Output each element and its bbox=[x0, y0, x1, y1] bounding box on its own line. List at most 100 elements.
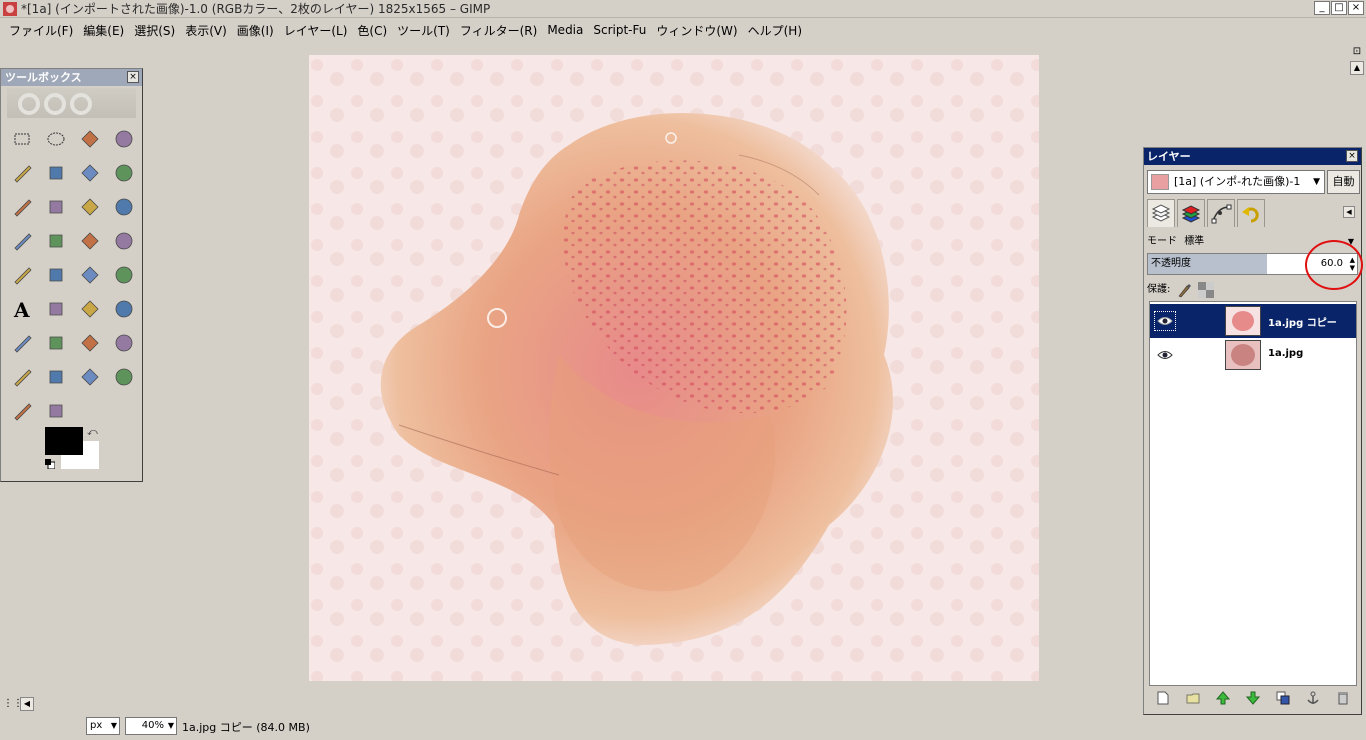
layer-thumbnail bbox=[1225, 340, 1261, 370]
image-thumbnail bbox=[1151, 174, 1169, 190]
lower-layer-button[interactable] bbox=[1245, 690, 1261, 706]
menu-script-fu[interactable]: Script-Fu bbox=[588, 23, 651, 37]
toolbox-title-bar[interactable]: ツールボックス × bbox=[1, 69, 142, 86]
airbrush-tool-button[interactable] bbox=[73, 326, 107, 360]
anchor-layer-button[interactable] bbox=[1305, 690, 1321, 706]
delete-layer-button[interactable] bbox=[1335, 690, 1351, 706]
visibility-toggle[interactable] bbox=[1154, 311, 1176, 331]
rect-select-tool-button[interactable] bbox=[5, 122, 39, 156]
layers-close-button[interactable]: × bbox=[1346, 150, 1358, 162]
paths-tool-button[interactable] bbox=[107, 156, 141, 190]
raise-layer-button[interactable] bbox=[1215, 690, 1231, 706]
flip-tool-button[interactable] bbox=[73, 258, 107, 292]
fuzzy-select-tool-button[interactable] bbox=[107, 122, 141, 156]
rotate-tool-button[interactable] bbox=[73, 224, 107, 258]
menu-media[interactable]: Media bbox=[542, 23, 588, 37]
image-canvas[interactable] bbox=[309, 55, 1039, 681]
ellipse-select-tool-button[interactable] bbox=[39, 122, 73, 156]
smudge-tool-button[interactable] bbox=[5, 394, 39, 428]
foreground-color-swatch[interactable] bbox=[45, 427, 83, 455]
minimize-button[interactable]: _ bbox=[1314, 1, 1330, 15]
tab-undo-history[interactable] bbox=[1237, 199, 1265, 227]
pencil-tool-button[interactable] bbox=[107, 292, 141, 326]
flip-icon bbox=[81, 266, 99, 284]
move-tool-button[interactable] bbox=[107, 190, 141, 224]
svg-text:A: A bbox=[13, 298, 30, 320]
perspective-tool-button[interactable] bbox=[39, 258, 73, 292]
color-picker-tool-button[interactable] bbox=[5, 190, 39, 224]
blend-tool-button[interactable] bbox=[73, 292, 107, 326]
tab-menu-button[interactable]: ◀ bbox=[1343, 206, 1355, 218]
new-layer-button[interactable] bbox=[1155, 690, 1171, 706]
wilber-drop-area[interactable] bbox=[7, 88, 136, 118]
blur-sharpen-tool-button[interactable] bbox=[107, 360, 141, 394]
crop-tool-button[interactable] bbox=[39, 224, 73, 258]
toolbox-close-button[interactable]: × bbox=[127, 71, 139, 83]
menubar: ファイル(F) 編集(E) 選択(S) 表示(V) 画像(I) レイヤー(L) … bbox=[0, 19, 1366, 41]
tab-layers[interactable] bbox=[1147, 199, 1175, 227]
auto-button[interactable]: 自動 bbox=[1327, 170, 1360, 194]
channels-icon bbox=[1181, 204, 1201, 223]
visibility-toggle[interactable] bbox=[1154, 345, 1176, 365]
rotate-icon bbox=[81, 232, 99, 250]
lock-pixels-icon[interactable] bbox=[1176, 282, 1192, 298]
measure-tool-button[interactable] bbox=[73, 190, 107, 224]
menu-select[interactable]: 選択(S) bbox=[129, 22, 180, 39]
duplicate-icon bbox=[1276, 691, 1290, 705]
zoom-select[interactable]: 40% ▼ bbox=[125, 717, 177, 735]
new-layer-group-button[interactable] bbox=[1185, 690, 1201, 706]
menu-help[interactable]: ヘルプ(H) bbox=[743, 22, 807, 39]
menu-tools[interactable]: ツール(T) bbox=[392, 22, 455, 39]
title-bar: *[1a] (インポートされた画像)-1.0 (RGBカラー、2枚のレイヤー) … bbox=[0, 0, 1366, 18]
perspective-clone-tool-button[interactable] bbox=[73, 360, 107, 394]
duplicate-layer-button[interactable] bbox=[1275, 690, 1291, 706]
ink-tool-button[interactable] bbox=[107, 326, 141, 360]
scissors-select-tool-button[interactable] bbox=[39, 156, 73, 190]
text-tool-button[interactable]: A bbox=[5, 292, 39, 326]
free-select-tool-button[interactable] bbox=[73, 122, 107, 156]
menu-colors[interactable]: 色(C) bbox=[352, 22, 392, 39]
swap-colors-icon[interactable]: ⤺ bbox=[87, 427, 98, 438]
tab-channels[interactable] bbox=[1177, 199, 1205, 227]
image-menu-select[interactable]: [1a] (インポ-れた画像)-1 ▼ bbox=[1147, 170, 1325, 194]
layer-row[interactable]: 1a.jpg bbox=[1150, 338, 1356, 372]
layer-name[interactable]: 1a.jpg bbox=[1268, 348, 1303, 359]
tab-paths[interactable] bbox=[1207, 199, 1235, 227]
menu-windows[interactable]: ウィンドウ(W) bbox=[651, 22, 742, 39]
bucket-fill-tool-button[interactable] bbox=[39, 292, 73, 326]
scroll-up-button[interactable]: ▲ bbox=[1350, 61, 1364, 75]
menu-file[interactable]: ファイル(F) bbox=[4, 22, 78, 39]
unit-select[interactable]: px ▼ bbox=[86, 717, 120, 735]
eraser-tool-button[interactable] bbox=[39, 326, 73, 360]
menu-layer[interactable]: レイヤー(L) bbox=[279, 22, 353, 39]
layer-name[interactable]: 1a.jpg コピー bbox=[1268, 314, 1337, 329]
shear-tool-button[interactable] bbox=[5, 258, 39, 292]
annotation-circle bbox=[1305, 240, 1363, 290]
zoom-value: 40% bbox=[141, 720, 164, 731]
navigate-icon[interactable]: ⊡ bbox=[1350, 45, 1364, 59]
reset-colors-icon[interactable] bbox=[45, 459, 55, 469]
layers-title-bar[interactable]: レイヤー × bbox=[1144, 148, 1361, 165]
color-select-tool-button[interactable] bbox=[5, 156, 39, 190]
smudge-icon bbox=[14, 403, 32, 421]
lock-label: 保護: bbox=[1147, 284, 1171, 295]
align-tool-button[interactable] bbox=[5, 224, 39, 258]
menu-view[interactable]: 表示(V) bbox=[180, 22, 232, 39]
color-select-icon bbox=[14, 165, 32, 183]
menu-edit[interactable]: 編集(E) bbox=[78, 22, 129, 39]
scroll-left-button[interactable]: ◀ bbox=[20, 697, 34, 711]
foreground-select-tool-button[interactable] bbox=[73, 156, 107, 190]
maximize-button[interactable]: □ bbox=[1331, 1, 1347, 15]
menu-filters[interactable]: フィルター(R) bbox=[455, 22, 542, 39]
clone-tool-button[interactable] bbox=[5, 360, 39, 394]
cage-transform-tool-button[interactable] bbox=[107, 258, 141, 292]
dodge-burn-tool-button[interactable] bbox=[39, 394, 73, 428]
lock-alpha-icon[interactable] bbox=[1198, 282, 1215, 298]
paintbrush-tool-button[interactable] bbox=[5, 326, 39, 360]
layer-row[interactable]: 1a.jpg コピー bbox=[1150, 304, 1356, 338]
close-button[interactable]: × bbox=[1348, 1, 1364, 15]
menu-image[interactable]: 画像(I) bbox=[232, 22, 279, 39]
zoom-tool-button[interactable] bbox=[39, 190, 73, 224]
scale-tool-button[interactable] bbox=[107, 224, 141, 258]
heal-tool-button[interactable] bbox=[39, 360, 73, 394]
